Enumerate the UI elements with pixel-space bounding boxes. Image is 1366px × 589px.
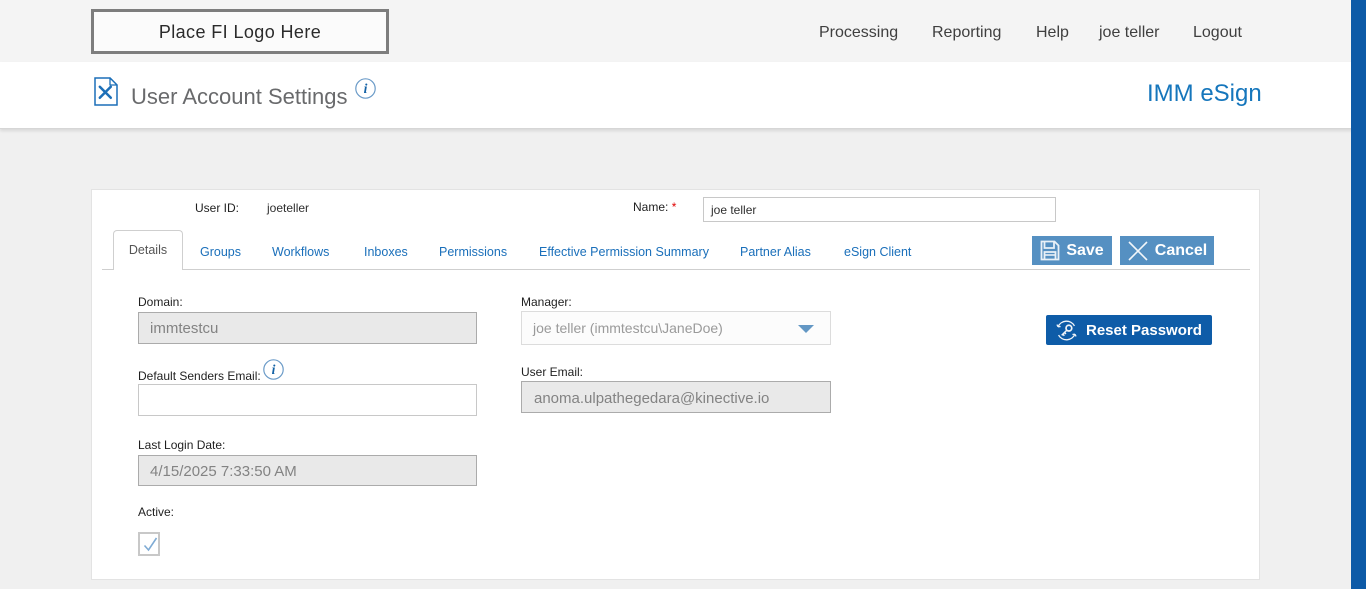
svg-text:i: i (272, 362, 276, 377)
svg-text:i: i (364, 81, 368, 96)
